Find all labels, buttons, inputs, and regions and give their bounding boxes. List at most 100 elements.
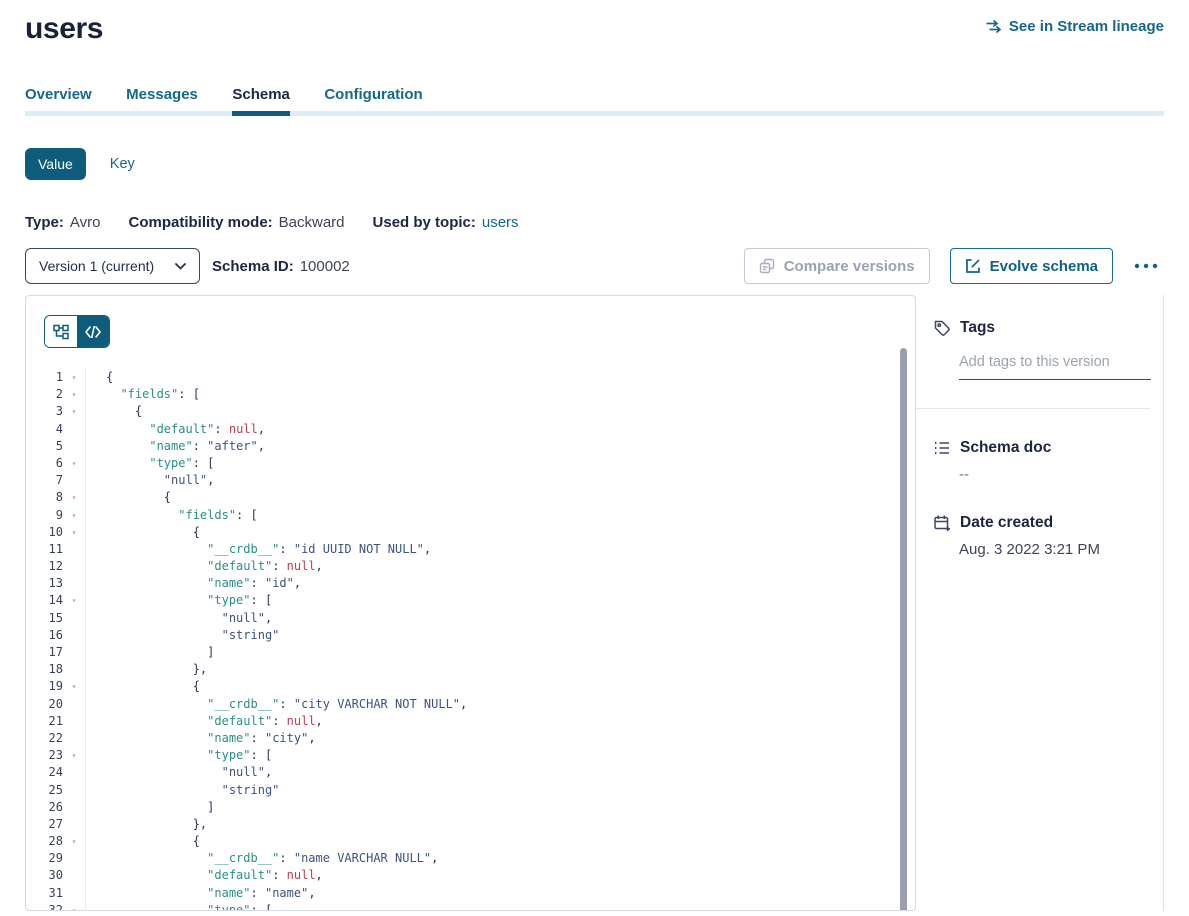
line-number: 16 (26, 627, 63, 644)
line-number: 17 (26, 644, 63, 661)
fold-toggle-icon[interactable]: ▾ (63, 369, 85, 386)
code-line: 26 ] (26, 799, 915, 816)
date-created-heading: Date created (960, 514, 1053, 532)
fold-spacer (63, 782, 85, 799)
code-line: 17 ] (26, 644, 915, 661)
code-text: "default": null, (85, 713, 915, 730)
code-view-button[interactable] (77, 316, 109, 347)
schema-id-value: 100002 (300, 258, 350, 275)
line-number: 3 (26, 403, 63, 420)
tab-underline-track (25, 111, 1164, 116)
fold-toggle-icon[interactable]: ▾ (63, 592, 85, 609)
fold-toggle-icon[interactable]: ▾ (63, 524, 85, 541)
code-area[interactable]: 1▾{2▾ "fields": [3▾ {4 "default": null,5… (26, 369, 915, 911)
stream-lineage-link[interactable]: See in Stream lineage (985, 18, 1164, 35)
line-number: 12 (26, 558, 63, 575)
add-tags-input[interactable] (959, 354, 1151, 380)
code-line: 30 "default": null, (26, 867, 915, 884)
line-number: 4 (26, 421, 63, 438)
code-line: 13 "name": "id", (26, 575, 915, 592)
sidebar-divider (916, 408, 1150, 409)
compatibility-value: Backward (279, 214, 345, 231)
fold-spacer (63, 885, 85, 902)
code-text: "string" (85, 782, 915, 799)
code-text: "default": null, (85, 421, 915, 438)
fold-spacer (63, 472, 85, 489)
line-number: 28 (26, 833, 63, 850)
code-line: 28▾ { (26, 833, 915, 850)
code-text: "fields": [ (85, 507, 915, 524)
page-header: users See in Stream lineage (25, 10, 1164, 48)
bulleted-list-icon (933, 439, 951, 457)
tag-icon (933, 319, 951, 337)
line-number: 24 (26, 764, 63, 781)
tree-view-button[interactable] (45, 316, 77, 347)
code-line: 20 "__crdb__": "city VARCHAR NOT NULL", (26, 696, 915, 713)
code-text: "null", (85, 764, 915, 781)
fold-toggle-icon[interactable]: ▾ (63, 403, 85, 420)
evolve-schema-button[interactable]: Evolve schema (950, 248, 1113, 284)
stream-lineage-icon (985, 19, 1002, 34)
type-value: Avro (70, 214, 101, 231)
fold-spacer (63, 713, 85, 730)
fold-toggle-icon[interactable]: ▾ (63, 455, 85, 472)
code-line: 14▾ "type": [ (26, 592, 915, 609)
line-number: 30 (26, 867, 63, 884)
fold-toggle-icon[interactable]: ▾ (63, 833, 85, 850)
fold-spacer (63, 541, 85, 558)
code-line: 24 "null", (26, 764, 915, 781)
code-text: }, (85, 816, 915, 833)
fold-spacer (63, 610, 85, 627)
key-toggle-link[interactable]: Key (110, 156, 135, 172)
code-text: "null", (85, 472, 915, 489)
editor-scrollbar[interactable] (900, 348, 907, 911)
more-actions-button[interactable] (1128, 259, 1164, 273)
code-text: "default": null, (85, 867, 915, 884)
version-select[interactable]: Version 1 (current) (25, 248, 200, 284)
fold-spacer (63, 421, 85, 438)
version-toolbar: Version 1 (current) Schema ID: 100002 Co… (25, 248, 1164, 284)
value-toggle-button[interactable]: Value (25, 148, 86, 180)
schema-main: 1▾{2▾ "fields": [3▾ {4 "default": null,5… (25, 295, 1164, 911)
code-line: 31 "name": "name", (26, 885, 915, 902)
fold-toggle-icon[interactable]: ▾ (63, 507, 85, 524)
code-text: "null", (85, 610, 915, 627)
code-line: 11 "__crdb__": "id UUID NOT NULL", (26, 541, 915, 558)
schema-sidebar: Tags Schema doc -- (916, 295, 1164, 911)
editor-view-toggle (44, 315, 110, 348)
code-line: 1▾{ (26, 369, 915, 386)
tags-section-header: Tags (916, 319, 1163, 337)
code-text: { (85, 524, 915, 541)
code-line: 9▾ "fields": [ (26, 507, 915, 524)
fold-toggle-icon[interactable]: ▾ (63, 747, 85, 764)
fold-toggle-icon[interactable]: ▾ (63, 902, 85, 911)
code-text: "type": [ (85, 455, 915, 472)
code-text: "default": null, (85, 558, 915, 575)
code-line: 2▾ "fields": [ (26, 386, 915, 403)
line-number: 25 (26, 782, 63, 799)
line-number: 1 (26, 369, 63, 386)
fold-toggle-icon[interactable]: ▾ (63, 489, 85, 506)
code-line: 32▾ "type": [ (26, 902, 915, 911)
tab-schema[interactable]: Schema (232, 86, 290, 116)
code-text: "name": "city", (85, 730, 915, 747)
code-line: 21 "default": null, (26, 713, 915, 730)
line-number: 7 (26, 472, 63, 489)
code-text: "fields": [ (85, 386, 915, 403)
fold-toggle-icon[interactable]: ▾ (63, 678, 85, 695)
type-label: Type: (25, 214, 64, 231)
schema-doc-value: -- (959, 466, 1163, 483)
code-text: "__crdb__": "name VARCHAR NULL", (85, 850, 915, 867)
fold-toggle-icon[interactable]: ▾ (63, 386, 85, 403)
used-by-topic-label: Used by topic: (373, 214, 476, 231)
used-by-topic-link[interactable]: users (482, 214, 519, 231)
schema-doc-section-header: Schema doc (916, 439, 1163, 457)
code-line: 8▾ { (26, 489, 915, 506)
code-line: 3▾ { (26, 403, 915, 420)
code-line: 6▾ "type": [ (26, 455, 915, 472)
fold-spacer (63, 730, 85, 747)
fold-spacer (63, 764, 85, 781)
code-text: ] (85, 644, 915, 661)
compare-versions-button[interactable]: Compare versions (744, 248, 930, 284)
line-number: 21 (26, 713, 63, 730)
